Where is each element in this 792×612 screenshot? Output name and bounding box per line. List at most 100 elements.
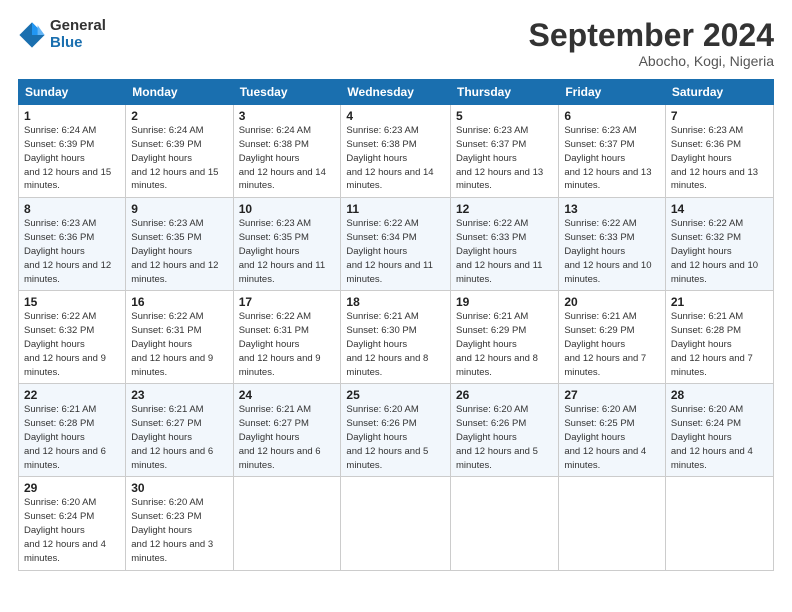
logo-icon bbox=[18, 21, 46, 49]
calendar-cell: 18 Sunrise: 6:21 AMSunset: 6:30 PMDaylig… bbox=[341, 291, 451, 384]
day-number: 3 bbox=[239, 109, 336, 123]
calendar-cell: 13 Sunrise: 6:22 AMSunset: 6:33 PMDaylig… bbox=[559, 198, 666, 291]
calendar-cell: 7 Sunrise: 6:23 AMSunset: 6:36 PMDayligh… bbox=[665, 105, 773, 198]
logo: General Blue bbox=[18, 18, 106, 51]
calendar-cell: 30 Sunrise: 6:20 AMSunset: 6:23 PMDaylig… bbox=[126, 477, 233, 570]
day-info: Sunrise: 6:21 AMSunset: 6:28 PMDaylight … bbox=[24, 404, 106, 470]
calendar-cell: 14 Sunrise: 6:22 AMSunset: 6:32 PMDaylig… bbox=[665, 198, 773, 291]
day-info: Sunrise: 6:21 AMSunset: 6:29 PMDaylight … bbox=[564, 311, 646, 377]
day-number: 23 bbox=[131, 388, 227, 402]
calendar-cell bbox=[665, 477, 773, 570]
col-header-wednesday: Wednesday bbox=[341, 80, 451, 105]
day-number: 20 bbox=[564, 295, 660, 309]
logo-blue-text: Blue bbox=[50, 35, 106, 52]
logo-general-text: General bbox=[50, 18, 106, 35]
calendar-cell bbox=[233, 477, 341, 570]
day-info: Sunrise: 6:22 AMSunset: 6:33 PMDaylight … bbox=[456, 218, 542, 284]
day-number: 17 bbox=[239, 295, 336, 309]
day-info: Sunrise: 6:22 AMSunset: 6:32 PMDaylight … bbox=[24, 311, 106, 377]
calendar-cell bbox=[559, 477, 666, 570]
day-number: 7 bbox=[671, 109, 768, 123]
day-number: 24 bbox=[239, 388, 336, 402]
calendar-cell bbox=[341, 477, 451, 570]
day-number: 4 bbox=[346, 109, 445, 123]
day-number: 9 bbox=[131, 202, 227, 216]
month-title: September 2024 bbox=[529, 18, 774, 53]
col-header-saturday: Saturday bbox=[665, 80, 773, 105]
day-info: Sunrise: 6:23 AMSunset: 6:38 PMDaylight … bbox=[346, 125, 433, 191]
day-info: Sunrise: 6:20 AMSunset: 6:24 PMDaylight … bbox=[671, 404, 753, 470]
day-info: Sunrise: 6:22 AMSunset: 6:33 PMDaylight … bbox=[564, 218, 651, 284]
day-number: 18 bbox=[346, 295, 445, 309]
day-info: Sunrise: 6:20 AMSunset: 6:24 PMDaylight … bbox=[24, 497, 106, 563]
day-number: 19 bbox=[456, 295, 553, 309]
day-number: 16 bbox=[131, 295, 227, 309]
day-number: 21 bbox=[671, 295, 768, 309]
day-info: Sunrise: 6:21 AMSunset: 6:29 PMDaylight … bbox=[456, 311, 538, 377]
calendar-cell bbox=[451, 477, 559, 570]
day-info: Sunrise: 6:23 AMSunset: 6:37 PMDaylight … bbox=[564, 125, 651, 191]
location-subtitle: Abocho, Kogi, Nigeria bbox=[529, 53, 774, 69]
day-number: 10 bbox=[239, 202, 336, 216]
calendar-cell: 21 Sunrise: 6:21 AMSunset: 6:28 PMDaylig… bbox=[665, 291, 773, 384]
calendar-cell: 3 Sunrise: 6:24 AMSunset: 6:38 PMDayligh… bbox=[233, 105, 341, 198]
calendar-cell: 22 Sunrise: 6:21 AMSunset: 6:28 PMDaylig… bbox=[19, 384, 126, 477]
calendar-cell: 8 Sunrise: 6:23 AMSunset: 6:36 PMDayligh… bbox=[19, 198, 126, 291]
day-number: 2 bbox=[131, 109, 227, 123]
col-header-thursday: Thursday bbox=[451, 80, 559, 105]
calendar-cell: 9 Sunrise: 6:23 AMSunset: 6:35 PMDayligh… bbox=[126, 198, 233, 291]
day-number: 8 bbox=[24, 202, 120, 216]
calendar-cell: 4 Sunrise: 6:23 AMSunset: 6:38 PMDayligh… bbox=[341, 105, 451, 198]
day-info: Sunrise: 6:22 AMSunset: 6:34 PMDaylight … bbox=[346, 218, 432, 284]
day-info: Sunrise: 6:20 AMSunset: 6:25 PMDaylight … bbox=[564, 404, 646, 470]
day-info: Sunrise: 6:21 AMSunset: 6:27 PMDaylight … bbox=[239, 404, 321, 470]
day-number: 27 bbox=[564, 388, 660, 402]
day-info: Sunrise: 6:23 AMSunset: 6:36 PMDaylight … bbox=[671, 125, 758, 191]
day-number: 5 bbox=[456, 109, 553, 123]
calendar-cell: 24 Sunrise: 6:21 AMSunset: 6:27 PMDaylig… bbox=[233, 384, 341, 477]
day-info: Sunrise: 6:24 AMSunset: 6:38 PMDaylight … bbox=[239, 125, 326, 191]
day-info: Sunrise: 6:20 AMSunset: 6:26 PMDaylight … bbox=[456, 404, 538, 470]
calendar-cell: 2 Sunrise: 6:24 AMSunset: 6:39 PMDayligh… bbox=[126, 105, 233, 198]
col-header-sunday: Sunday bbox=[19, 80, 126, 105]
col-header-friday: Friday bbox=[559, 80, 666, 105]
calendar-cell: 27 Sunrise: 6:20 AMSunset: 6:25 PMDaylig… bbox=[559, 384, 666, 477]
calendar-cell: 28 Sunrise: 6:20 AMSunset: 6:24 PMDaylig… bbox=[665, 384, 773, 477]
day-number: 28 bbox=[671, 388, 768, 402]
calendar-cell: 5 Sunrise: 6:23 AMSunset: 6:37 PMDayligh… bbox=[451, 105, 559, 198]
calendar-cell: 17 Sunrise: 6:22 AMSunset: 6:31 PMDaylig… bbox=[233, 291, 341, 384]
day-number: 29 bbox=[24, 481, 120, 495]
day-number: 22 bbox=[24, 388, 120, 402]
calendar-cell: 26 Sunrise: 6:20 AMSunset: 6:26 PMDaylig… bbox=[451, 384, 559, 477]
calendar-cell: 29 Sunrise: 6:20 AMSunset: 6:24 PMDaylig… bbox=[19, 477, 126, 570]
day-number: 11 bbox=[346, 202, 445, 216]
day-number: 30 bbox=[131, 481, 227, 495]
day-number: 25 bbox=[346, 388, 445, 402]
col-header-monday: Monday bbox=[126, 80, 233, 105]
day-info: Sunrise: 6:21 AMSunset: 6:27 PMDaylight … bbox=[131, 404, 213, 470]
day-info: Sunrise: 6:24 AMSunset: 6:39 PMDaylight … bbox=[131, 125, 218, 191]
calendar-cell: 12 Sunrise: 6:22 AMSunset: 6:33 PMDaylig… bbox=[451, 198, 559, 291]
title-section: September 2024 Abocho, Kogi, Nigeria bbox=[529, 18, 774, 69]
calendar-cell: 11 Sunrise: 6:22 AMSunset: 6:34 PMDaylig… bbox=[341, 198, 451, 291]
day-info: Sunrise: 6:20 AMSunset: 6:26 PMDaylight … bbox=[346, 404, 428, 470]
day-info: Sunrise: 6:23 AMSunset: 6:35 PMDaylight … bbox=[131, 218, 218, 284]
day-info: Sunrise: 6:21 AMSunset: 6:30 PMDaylight … bbox=[346, 311, 428, 377]
calendar-cell: 1 Sunrise: 6:24 AMSunset: 6:39 PMDayligh… bbox=[19, 105, 126, 198]
day-number: 12 bbox=[456, 202, 553, 216]
day-info: Sunrise: 6:20 AMSunset: 6:23 PMDaylight … bbox=[131, 497, 213, 563]
day-number: 26 bbox=[456, 388, 553, 402]
day-info: Sunrise: 6:22 AMSunset: 6:31 PMDaylight … bbox=[239, 311, 321, 377]
calendar-cell: 23 Sunrise: 6:21 AMSunset: 6:27 PMDaylig… bbox=[126, 384, 233, 477]
calendar-cell: 10 Sunrise: 6:23 AMSunset: 6:35 PMDaylig… bbox=[233, 198, 341, 291]
day-info: Sunrise: 6:24 AMSunset: 6:39 PMDaylight … bbox=[24, 125, 111, 191]
col-header-tuesday: Tuesday bbox=[233, 80, 341, 105]
calendar-cell: 20 Sunrise: 6:21 AMSunset: 6:29 PMDaylig… bbox=[559, 291, 666, 384]
calendar-table: SundayMondayTuesdayWednesdayThursdayFrid… bbox=[18, 79, 774, 570]
day-number: 15 bbox=[24, 295, 120, 309]
day-number: 1 bbox=[24, 109, 120, 123]
day-info: Sunrise: 6:23 AMSunset: 6:36 PMDaylight … bbox=[24, 218, 111, 284]
calendar-cell: 19 Sunrise: 6:21 AMSunset: 6:29 PMDaylig… bbox=[451, 291, 559, 384]
day-info: Sunrise: 6:21 AMSunset: 6:28 PMDaylight … bbox=[671, 311, 753, 377]
day-info: Sunrise: 6:23 AMSunset: 6:35 PMDaylight … bbox=[239, 218, 325, 284]
